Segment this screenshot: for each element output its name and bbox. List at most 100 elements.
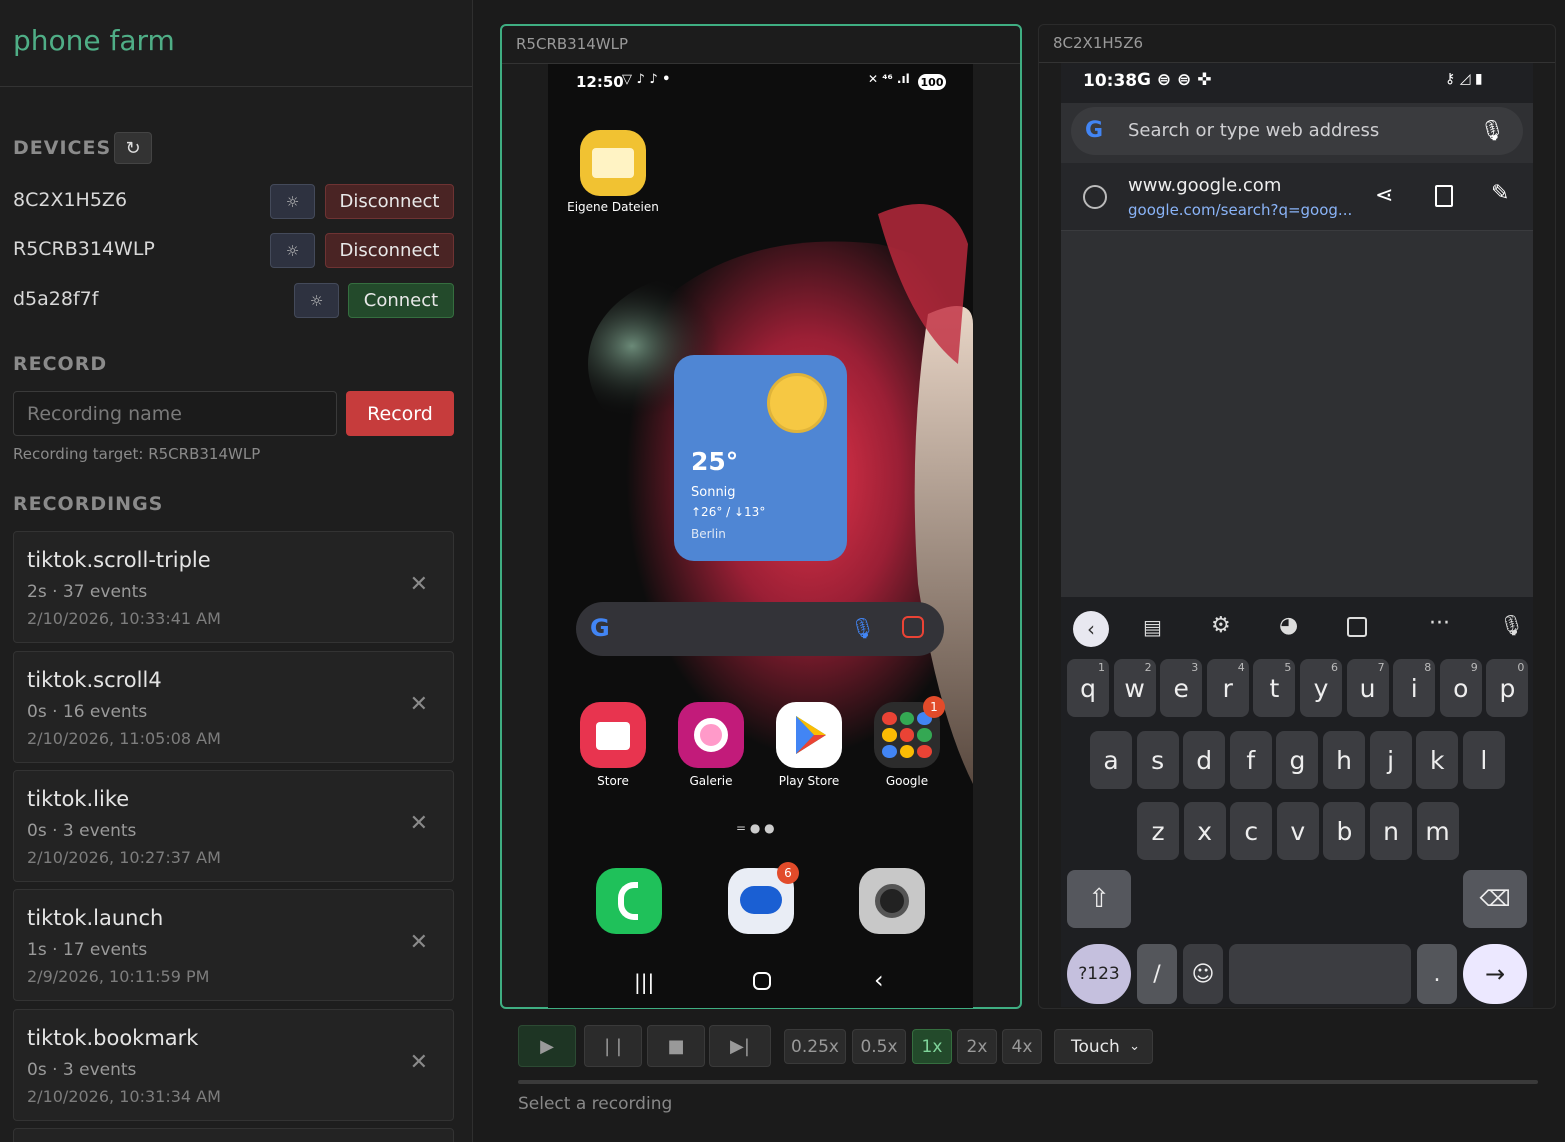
microphone-icon[interactable]: 🎙︎ bbox=[1480, 118, 1505, 142]
recording-item[interactable]: tiktok.scroll-triple 2s · 37 events 2/10… bbox=[13, 531, 454, 643]
key-r[interactable]: r4 bbox=[1206, 659, 1249, 717]
speed-button[interactable]: 2x bbox=[957, 1029, 997, 1064]
symbols-key[interactable]: ?123 bbox=[1067, 944, 1131, 1004]
key-label: k bbox=[1429, 745, 1445, 775]
clipboard-icon[interactable]: ▤ bbox=[1143, 615, 1162, 639]
device-settings-button[interactable]: ☼ bbox=[294, 283, 339, 318]
key-h[interactable]: h bbox=[1323, 731, 1365, 789]
omnibox[interactable]: G Search or type web address 🎙︎ bbox=[1071, 107, 1523, 155]
key-f[interactable]: f bbox=[1229, 731, 1272, 789]
resize-icon[interactable] bbox=[1347, 617, 1367, 637]
folder-icon[interactable] bbox=[580, 130, 646, 196]
disconnect-button[interactable]: Disconnect bbox=[325, 184, 454, 219]
play-button[interactable]: ▶ bbox=[518, 1025, 576, 1067]
share-icon[interactable]: ⋖ bbox=[1375, 183, 1393, 208]
progress-bar[interactable] bbox=[518, 1080, 1538, 1084]
device-settings-button[interactable]: ☼ bbox=[270, 184, 315, 219]
key-d[interactable]: d bbox=[1183, 731, 1226, 789]
recording-item[interactable]: tiktok.like 0s · 3 events 2/10/2026, 10:… bbox=[13, 770, 454, 882]
lens-icon[interactable] bbox=[902, 616, 924, 638]
enter-key[interactable]: → bbox=[1463, 944, 1527, 1004]
speed-button[interactable]: 0.25x bbox=[784, 1029, 846, 1064]
key-n[interactable]: n bbox=[1370, 802, 1412, 860]
pause-button[interactable]: | | bbox=[584, 1025, 642, 1067]
weather-widget[interactable]: 25° Sonnig ↑26° / ↓13° Berlin bbox=[674, 355, 847, 561]
key-p[interactable]: p0 bbox=[1486, 659, 1529, 717]
microphone-icon[interactable]: 🎙︎ bbox=[1499, 613, 1524, 637]
more-icon[interactable]: ··· bbox=[1429, 611, 1450, 636]
device-pane[interactable]: 8C2X1H5Z6 10:38 G ⊜ ⊜ ✜ ⚷ ◿ ▮ G Search o… bbox=[1038, 24, 1556, 1009]
key-m[interactable]: m bbox=[1416, 802, 1459, 860]
key-w[interactable]: w2 bbox=[1113, 659, 1156, 717]
space-key[interactable] bbox=[1229, 944, 1411, 1004]
key-t[interactable]: t5 bbox=[1253, 659, 1296, 717]
edit-icon[interactable]: ✎ bbox=[1491, 181, 1509, 206]
theme-icon[interactable]: ◕ bbox=[1279, 613, 1298, 638]
play-store-icon[interactable] bbox=[776, 702, 842, 768]
key-z[interactable]: z bbox=[1137, 802, 1179, 860]
refresh-devices-button[interactable]: ↻ bbox=[114, 132, 152, 164]
key-e[interactable]: e3 bbox=[1160, 659, 1203, 717]
chevron-down-icon: ⌄ bbox=[1129, 1039, 1140, 1054]
delete-recording-icon[interactable]: ✕ bbox=[410, 1050, 428, 1075]
key-b[interactable]: b bbox=[1323, 802, 1366, 860]
stop-button[interactable]: ■ bbox=[647, 1025, 705, 1067]
key-label: u bbox=[1359, 673, 1376, 703]
keyboard[interactable]: ‹ ▤ ⚙ ◕ ··· 🎙︎ q1w2e3r4t5y6u7i8o9p0 asdf… bbox=[1061, 597, 1533, 1007]
emoji-key[interactable]: ☺ bbox=[1183, 944, 1223, 1004]
key-g[interactable]: g bbox=[1276, 731, 1319, 789]
step-button[interactable]: ▶| bbox=[709, 1025, 771, 1067]
connect-button[interactable]: Connect bbox=[348, 283, 454, 318]
recording-item[interactable]: tiktok.launch 1s · 17 events 2/9/2026, 1… bbox=[13, 889, 454, 1001]
recording-name-input[interactable] bbox=[13, 391, 337, 436]
device-screen[interactable]: 10:38 G ⊜ ⊜ ✜ ⚷ ◿ ▮ G Search or type web… bbox=[1061, 63, 1533, 1007]
recents-nav-icon[interactable]: ||| bbox=[634, 970, 654, 994]
key-l[interactable]: l bbox=[1462, 731, 1505, 789]
key-q[interactable]: q1 bbox=[1067, 659, 1109, 717]
key-y[interactable]: y6 bbox=[1300, 659, 1342, 717]
phone-app-icon[interactable] bbox=[596, 868, 662, 934]
suggestion-row[interactable]: www.google.com google.com/search?q=goog.… bbox=[1061, 163, 1533, 231]
delete-recording-icon[interactable]: ✕ bbox=[410, 811, 428, 836]
speed-button[interactable]: 0.5x bbox=[852, 1029, 906, 1064]
key-k[interactable]: k bbox=[1416, 731, 1459, 789]
camera-app-icon[interactable] bbox=[859, 868, 925, 934]
mode-select[interactable]: Touch ⌄ bbox=[1054, 1029, 1153, 1064]
recording-item[interactable] bbox=[13, 1128, 454, 1142]
home-nav-icon[interactable] bbox=[753, 972, 771, 990]
backspace-key[interactable]: ⌫ bbox=[1463, 870, 1527, 928]
key-s[interactable]: s bbox=[1136, 731, 1179, 789]
disconnect-button[interactable]: Disconnect bbox=[325, 233, 454, 268]
device-pane-selected[interactable]: R5CRB314WLP 12:50 ▽ ♪ ♪ • ✕ ⁴⁶ .ıl 100 E… bbox=[500, 24, 1022, 1009]
speed-button-active[interactable]: 1x bbox=[912, 1029, 952, 1064]
recording-item[interactable]: tiktok.scroll4 0s · 16 events 2/10/2026,… bbox=[13, 651, 454, 763]
key-v[interactable]: v bbox=[1276, 802, 1319, 860]
delete-recording-icon[interactable]: ✕ bbox=[410, 692, 428, 717]
speed-button[interactable]: 4x bbox=[1002, 1029, 1042, 1064]
collapse-toolbar-icon[interactable]: ‹ bbox=[1073, 611, 1109, 647]
gallery-app-icon[interactable] bbox=[678, 702, 744, 768]
key-u[interactable]: u7 bbox=[1346, 659, 1389, 717]
device-screen[interactable]: 12:50 ▽ ♪ ♪ • ✕ ⁴⁶ .ıl 100 Eigene Dateie… bbox=[548, 64, 973, 1008]
key-a[interactable]: a bbox=[1090, 731, 1132, 789]
copy-icon[interactable] bbox=[1435, 185, 1453, 207]
key-i[interactable]: i8 bbox=[1393, 659, 1436, 717]
record-button[interactable]: Record bbox=[346, 391, 454, 436]
delete-recording-icon[interactable]: ✕ bbox=[410, 572, 428, 597]
recording-item[interactable]: tiktok.bookmark 0s · 3 events 2/10/2026,… bbox=[13, 1009, 454, 1121]
google-search-bar[interactable]: G 🎙︎ bbox=[576, 602, 944, 656]
back-nav-icon[interactable]: ‹ bbox=[874, 966, 884, 994]
key-o[interactable]: o9 bbox=[1439, 659, 1482, 717]
device-settings-button[interactable]: ☼ bbox=[270, 233, 315, 268]
key-label: t bbox=[1269, 673, 1280, 703]
key-j[interactable]: j bbox=[1369, 731, 1412, 789]
microphone-icon[interactable]: 🎙︎ bbox=[850, 616, 875, 640]
store-app-icon[interactable] bbox=[580, 702, 646, 768]
key-x[interactable]: x bbox=[1183, 802, 1226, 860]
delete-recording-icon[interactable]: ✕ bbox=[410, 930, 428, 955]
slash-key[interactable]: / bbox=[1137, 944, 1177, 1004]
shift-key[interactable]: ⇧ bbox=[1067, 870, 1131, 928]
period-key[interactable]: . bbox=[1417, 944, 1457, 1004]
settings-icon[interactable]: ⚙ bbox=[1211, 613, 1231, 638]
key-c[interactable]: c bbox=[1230, 802, 1273, 860]
